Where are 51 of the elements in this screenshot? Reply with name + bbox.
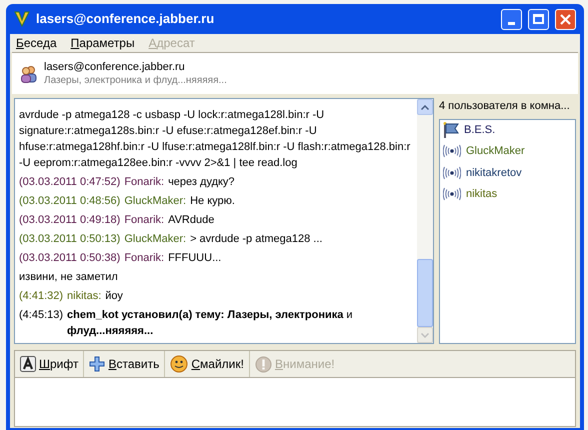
chat-message: через дудку? [168, 175, 235, 190]
menu-item[interactable]: Параметры [70, 34, 135, 52]
nickname: GluckMaker: [124, 194, 186, 209]
chat-message: йоу [105, 289, 123, 304]
exclamation-icon [254, 356, 272, 372]
toolbar-button[interactable]: Шрифт [15, 351, 84, 377]
user-name[interactable]: B.E.S. [464, 122, 496, 138]
toolbar-button[interactable]: Вставить [84, 351, 166, 377]
timestamp: (03.03.2011 0:50:13) [19, 232, 120, 247]
timestamp: (03.03.2011 0:50:38) [19, 251, 120, 266]
chat-message: FFFUUU... [168, 251, 222, 266]
room-jid: lasers@conference.jabber.ru [44, 60, 186, 74]
signal-icon [443, 144, 461, 158]
toolbar-button[interactable]: Смайлик! [165, 351, 250, 377]
scroll-up-button[interactable] [417, 99, 433, 115]
user-name[interactable]: GluckMaker [466, 143, 525, 160]
chat-message: AVRdude [168, 213, 214, 228]
group-icon [20, 64, 38, 82]
timestamp: (03.03.2011 0:47:52) [19, 175, 120, 190]
window-title: lasers@conference.jabber.ru [36, 10, 216, 28]
room-topic: Лазеры, электроника и флуд...няяяяя... [44, 74, 227, 86]
close-button[interactable] [555, 8, 576, 30]
nickname: nikitas: [67, 289, 102, 304]
user-name[interactable]: nikitas [466, 186, 498, 202]
scroll-thumb[interactable] [417, 259, 433, 327]
close-icon [560, 14, 571, 24]
font-icon [20, 356, 36, 372]
timestamp: (03.03.2011 0:49:18) [19, 213, 120, 228]
timestamp: (4:41:32) [19, 289, 64, 304]
nickname: Fonarik: [124, 251, 164, 266]
nickname: Fonarik: [124, 213, 164, 228]
menu-item[interactable]: Беседа [16, 34, 57, 52]
minimize-button[interactable] [501, 8, 522, 30]
signal-icon [443, 166, 461, 180]
chat-message: > avrdude -p atmega128 ... [190, 232, 322, 247]
maximize-button[interactable] [528, 8, 549, 30]
nickname: Fonarik: [124, 175, 164, 190]
smiley-icon [170, 355, 188, 373]
topic-change-message: chem_kot установил(а) тему: Лазеры, электроника и флуд...няяяяя... [67, 308, 354, 339]
message-input[interactable] [15, 378, 575, 426]
timestamp: (03.03.2011 0:48:56) [19, 194, 120, 209]
timestamp: (4:45:13) [19, 308, 64, 323]
nickname: GluckMaker: [124, 232, 186, 247]
app-logo-icon [14, 11, 30, 27]
chat-message: извини, не заметил [19, 270, 119, 285]
users-heading: 4 пользователя в комна... [439, 99, 571, 114]
plus-icon [89, 356, 106, 372]
chat-message: Не курю. [190, 194, 235, 209]
flag-icon [443, 122, 459, 138]
user-name[interactable]: nikitakretov [466, 164, 522, 181]
signal-icon [443, 187, 461, 202]
